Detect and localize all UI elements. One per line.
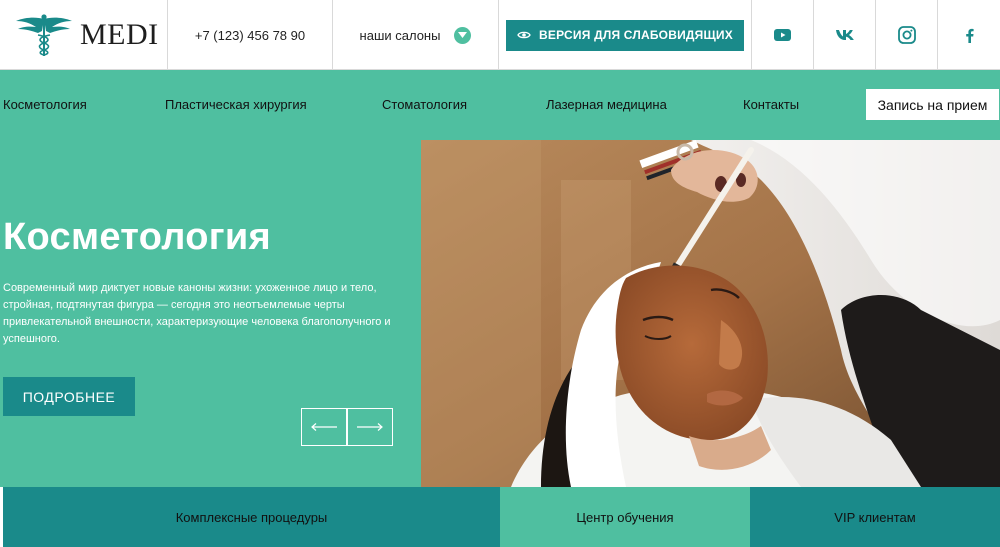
vision-cell: ВЕРСИЯ ДЛЯ СЛАБОВИДЯЩИХ	[499, 0, 752, 70]
more-button[interactable]: ПОДРОБНЕЕ	[3, 377, 135, 416]
social-vk[interactable]	[814, 0, 876, 70]
slider-next-button[interactable]	[347, 408, 393, 446]
facebook-icon	[965, 28, 974, 43]
low-vision-button[interactable]: ВЕРСИЯ ДЛЯ СЛАБОВИДЯЩИХ	[506, 19, 744, 51]
nav-item-contacts[interactable]: Контакты	[743, 97, 799, 112]
tile-label: Комплексные процедуры	[175, 509, 328, 525]
phone-number[interactable]: +7 (123) 456 78 90	[168, 0, 333, 70]
brand-name: MEDI	[80, 18, 159, 51]
top-header: MEDI +7 (123) 456 78 90 наши салоны ВЕРС…	[0, 0, 1000, 70]
vk-icon	[835, 30, 854, 40]
more-label: ПОДРОБНЕЕ	[22, 388, 116, 405]
nav-item-dentistry[interactable]: Стоматология	[382, 97, 467, 112]
arrow-right-icon	[357, 423, 383, 431]
eye-icon	[517, 30, 531, 40]
social-youtube[interactable]	[752, 0, 814, 70]
nav-item-cosmetology[interactable]: Косметология	[3, 97, 87, 112]
tile-complex-procedures[interactable]: Комплексные процедуры	[0, 487, 500, 547]
hero-section: Косметология Современный мир диктует нов…	[0, 140, 1000, 487]
hero-photo	[421, 140, 1000, 487]
social-instagram[interactable]	[876, 0, 938, 70]
tile-training-center[interactable]: Центр обучения	[500, 487, 750, 547]
tile-label: Центр обучения	[576, 509, 674, 525]
nav-item-laser-medicine[interactable]: Лазерная медицина	[546, 97, 667, 112]
social-facebook[interactable]	[938, 0, 1000, 70]
tile-label: VIP клиентам	[834, 509, 916, 525]
nav-item-plastic-surgery[interactable]: Пластическая хирургия	[165, 97, 307, 112]
arrow-left-icon	[311, 423, 337, 431]
logo[interactable]: MEDI	[0, 0, 168, 70]
appointment-button[interactable]: Запись на прием	[866, 89, 999, 120]
chevron-down-icon	[454, 26, 472, 44]
tile-vip-clients[interactable]: VIP клиентам	[750, 487, 1000, 547]
instagram-icon	[897, 26, 916, 44]
main-nav: Косметология Пластическая хирургия Стома…	[0, 70, 1000, 140]
low-vision-label: ВЕРСИЯ ДЛЯ СЛАБОВИДЯЩИХ	[539, 28, 733, 42]
hero-description: Современный мир диктует новые каноны жиз…	[3, 282, 391, 345]
youtube-icon	[774, 29, 791, 41]
caduceus-icon	[16, 14, 72, 56]
hero-title: Косметология	[3, 216, 271, 258]
appointment-label: Запись на прием	[877, 96, 988, 113]
feature-tiles: Комплексные процедуры Центр обучения VIP…	[0, 487, 1000, 547]
slider-prev-button[interactable]	[301, 408, 347, 446]
salons-dropdown[interactable]: наши салоны	[333, 0, 499, 70]
salons-label: наши салоны	[359, 27, 441, 43]
phone-text: +7 (123) 456 78 90	[194, 27, 306, 43]
